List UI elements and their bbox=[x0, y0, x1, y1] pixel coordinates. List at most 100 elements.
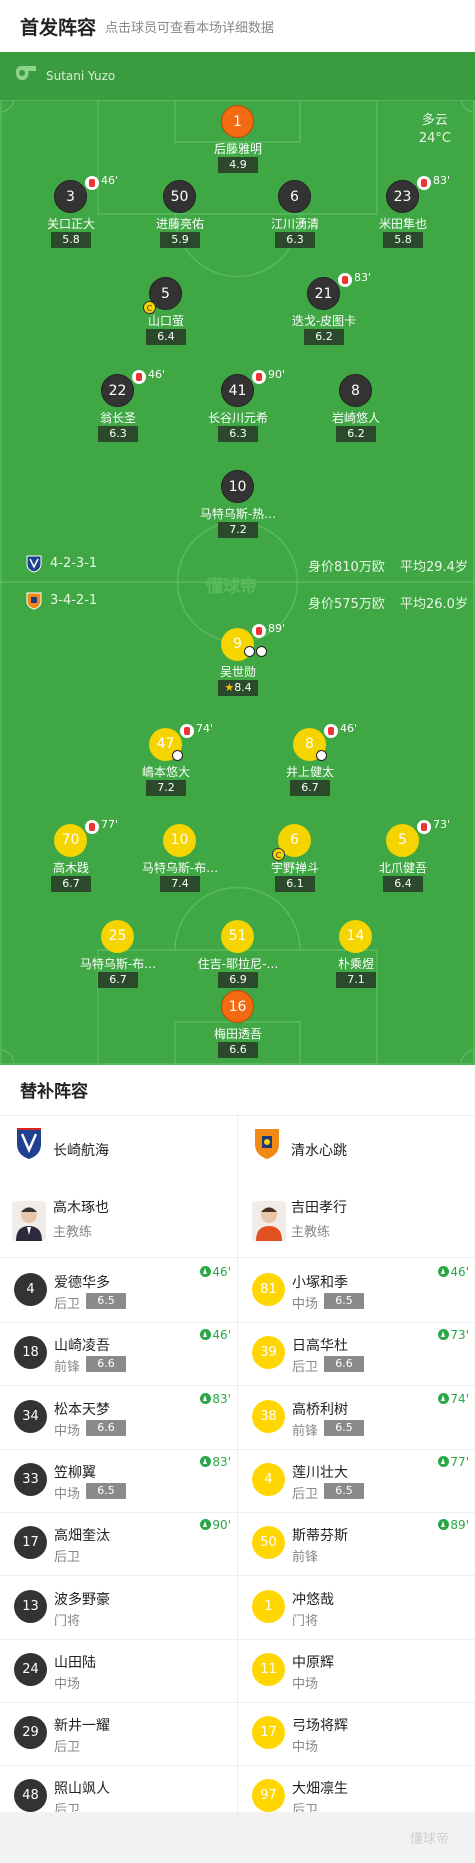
sub-name: 新井一耀 bbox=[54, 1718, 110, 1735]
home-substitute-row[interactable]: 33 笠柳翼 中场 6.5 83' bbox=[0, 1449, 237, 1512]
player-number: 21 bbox=[307, 277, 340, 310]
home-player[interactable]: 8 岩崎悠人 6.2 bbox=[296, 374, 416, 444]
home-player[interactable]: 22 46' 翁长圣 6.3 bbox=[58, 368, 178, 444]
home-player[interactable]: 41 90' 长谷川元希 6.3 bbox=[178, 368, 298, 444]
home-average-age: 平均29.4岁 bbox=[400, 560, 468, 575]
home-substitute-row[interactable]: 17 高畑奎汰 后卫 90' bbox=[0, 1512, 237, 1575]
sub-name: 高桥利树 bbox=[292, 1401, 348, 1418]
away-substitute-row[interactable]: 4 莲川壮大 后卫 6.5 77' bbox=[238, 1449, 475, 1512]
player-number: 6 bbox=[278, 180, 311, 213]
star-icon: ★ bbox=[224, 681, 235, 694]
home-player[interactable]: 6 江川湧清 6.3 bbox=[235, 180, 355, 250]
player-number: 22 bbox=[101, 374, 134, 407]
away-sub-team[interactable]: 清水心跳 bbox=[254, 1128, 454, 1168]
away-player[interactable]: 6 C 宇野禅斗 6.1 bbox=[235, 824, 355, 894]
divider bbox=[0, 1257, 475, 1258]
sub-position: 前锋 bbox=[54, 1360, 81, 1376]
away-player[interactable]: 8 46' 井上健太 6.7 bbox=[250, 722, 370, 798]
player-number: 10 bbox=[163, 824, 196, 857]
away-substitute-row[interactable]: 50 斯蒂芬斯 前锋 89' bbox=[238, 1512, 475, 1575]
sub-minute: 73' bbox=[433, 818, 451, 831]
away-player[interactable]: 47 74' 嶋本悠大 7.2 bbox=[106, 722, 226, 798]
away-substitute-row[interactable]: 11 中原辉 中场 bbox=[238, 1639, 475, 1702]
away-substitute-row[interactable]: 38 高桥利树 前锋 6.5 74' bbox=[238, 1386, 475, 1449]
away-player[interactable]: 16 梅田透吾 6.6 bbox=[178, 990, 298, 1060]
sub-out-icon bbox=[417, 820, 431, 834]
sub-name: 山崎凌吾 bbox=[54, 1338, 110, 1355]
sub-position: 门将 bbox=[292, 1613, 319, 1629]
away-player[interactable]: 5 73' 北爪健吾 6.4 bbox=[343, 818, 463, 894]
home-player[interactable]: 23 83' 米田隼也 5.8 bbox=[343, 174, 463, 250]
away-substitute-row[interactable]: 39 日高华杜 后卫 6.6 73' bbox=[238, 1322, 475, 1385]
sub-out-icon bbox=[132, 370, 146, 384]
sub-rating: 6.5 bbox=[324, 1293, 364, 1309]
home-player[interactable]: 21 83' 迭戈-皮图卡 6.2 bbox=[264, 271, 384, 347]
home-sub-team[interactable]: 长崎航海 bbox=[16, 1128, 216, 1168]
sub-number: 50 bbox=[252, 1526, 285, 1560]
away-player[interactable]: 70 77' 高木践 6.7 bbox=[11, 818, 131, 894]
sub-name: 日高华杜 bbox=[292, 1338, 348, 1355]
player-rating: 6.7 bbox=[51, 876, 91, 892]
away-player[interactable]: 9 89' 吴世勋 ★8.4 bbox=[178, 622, 298, 698]
sub-position: 后卫 bbox=[54, 1740, 81, 1756]
home-coach-name: 高木琢也 bbox=[53, 1200, 109, 1216]
sub-in-minute: 90' bbox=[212, 1518, 231, 1533]
sub-in-time: 46' bbox=[200, 1328, 231, 1342]
away-substitute-row[interactable]: 81 小塚和季 中场 6.5 46' bbox=[238, 1259, 475, 1322]
player-name: 长谷川元希 bbox=[207, 411, 268, 425]
home-player[interactable]: 1 后藤雅明 4.9 bbox=[178, 105, 298, 175]
home-substitute-row[interactable]: 34 松本天梦 中场 6.6 83' bbox=[0, 1386, 237, 1449]
sub-in-time: 90' bbox=[200, 1518, 231, 1532]
sub-in-icon bbox=[200, 1329, 212, 1341]
player-number: 3 bbox=[54, 180, 87, 213]
home-player[interactable]: 5 C 山口萤 6.4 bbox=[106, 277, 226, 347]
player-number: 50 bbox=[163, 180, 196, 213]
home-player[interactable]: 50 进藤亮佑 5.9 bbox=[120, 180, 240, 250]
home-substitute-row[interactable]: 4 爱德华多 后卫 6.5 46' bbox=[0, 1259, 237, 1322]
away-formation: 3-4-2-1 bbox=[50, 593, 98, 608]
sub-in-minute: 46' bbox=[212, 1328, 231, 1343]
player-rating: 6.6 bbox=[218, 1042, 258, 1058]
sub-number: 48 bbox=[14, 1779, 47, 1813]
sub-name: 斯蒂芬斯 bbox=[292, 1528, 348, 1545]
away-substitute-row[interactable]: 17 弓场将辉 中场 bbox=[238, 1702, 475, 1765]
away-player[interactable]: 10 马特乌斯-布… 7.4 bbox=[120, 824, 240, 894]
home-formation: 4-2-3-1 bbox=[50, 556, 98, 571]
home-substitute-row[interactable]: 24 山田陆 中场 bbox=[0, 1639, 237, 1702]
away-player[interactable]: 51 住吉-耶拉尼-… 6.9 bbox=[178, 920, 298, 990]
player-number: 10 bbox=[221, 470, 254, 503]
sub-in-time: 89' bbox=[438, 1518, 469, 1532]
sub-out-icon bbox=[252, 370, 266, 384]
home-substitute-row[interactable]: 29 新井一耀 后卫 bbox=[0, 1702, 237, 1765]
sub-name: 松本天梦 bbox=[54, 1401, 110, 1418]
player-name: 翁长圣 bbox=[99, 411, 136, 425]
player-rating: 7.2 bbox=[218, 522, 258, 538]
home-player[interactable]: 3 46' 关口正大 5.8 bbox=[11, 174, 131, 250]
sub-minute: 83' bbox=[433, 174, 451, 187]
away-team-summary: 3-4-2-1 身价575万欧 平均26.0岁 bbox=[0, 589, 475, 613]
assist-icon bbox=[316, 750, 327, 761]
home-team-name: 长崎航海 bbox=[53, 1143, 109, 1159]
away-coach[interactable]: 吉田孝行 主教练 bbox=[238, 1183, 475, 1257]
sub-number: 18 bbox=[14, 1336, 47, 1370]
player-name: 宇野禅斗 bbox=[270, 861, 319, 875]
home-coach[interactable]: 高木琢也 主教练 bbox=[0, 1183, 237, 1257]
home-substitute-row[interactable]: 18 山崎凌吾 前锋 6.6 46' bbox=[0, 1322, 237, 1385]
home-coach-role: 主教练 bbox=[53, 1225, 93, 1240]
home-substitute-row[interactable]: 13 波多野豪 门将 bbox=[0, 1576, 237, 1639]
sub-minute: 89' bbox=[268, 622, 286, 635]
sub-name: 波多野豪 bbox=[54, 1591, 110, 1608]
away-player[interactable]: 14 朴乘煜 7.1 bbox=[296, 920, 416, 990]
player-name: 山口萤 bbox=[147, 314, 184, 328]
sub-name: 照山飒人 bbox=[54, 1781, 110, 1798]
home-player[interactable]: 10 马特乌斯-热… 7.2 bbox=[178, 470, 298, 540]
sub-minute: 46' bbox=[148, 368, 166, 381]
player-rating: 6.9 bbox=[218, 972, 258, 988]
sub-number: 33 bbox=[14, 1462, 47, 1496]
away-substitute-row[interactable]: 1 冲悠哉 门将 bbox=[238, 1576, 475, 1639]
away-player[interactable]: 25 马特乌斯-布… 6.7 bbox=[58, 920, 178, 990]
sub-in-minute: 74' bbox=[450, 1391, 469, 1406]
home-market-value: 身价810万欧 bbox=[308, 560, 385, 575]
weather-condition: 多云 bbox=[421, 113, 448, 128]
player-number: 51 bbox=[221, 920, 254, 953]
